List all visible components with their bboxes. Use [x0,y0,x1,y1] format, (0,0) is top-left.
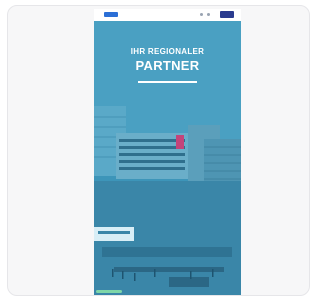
top-navigation-bar [94,9,241,21]
search-icon[interactable] [200,13,203,16]
user-icon[interactable] [207,13,210,16]
hero-line-2: PARTNER [135,58,200,73]
brand-logo-icon[interactable] [104,12,118,17]
mobile-preview: IHR REGIONALER PARTNER [94,9,241,295]
menu-button[interactable] [220,11,234,18]
headline-underline [138,81,197,83]
hero-headline: IHR REGIONALER PARTNER [94,47,241,73]
preview-card: IHR REGIONALER PARTNER [7,5,310,296]
hero-line-1: IHR REGIONALER [130,47,205,56]
cookie-indicator[interactable] [96,290,122,293]
